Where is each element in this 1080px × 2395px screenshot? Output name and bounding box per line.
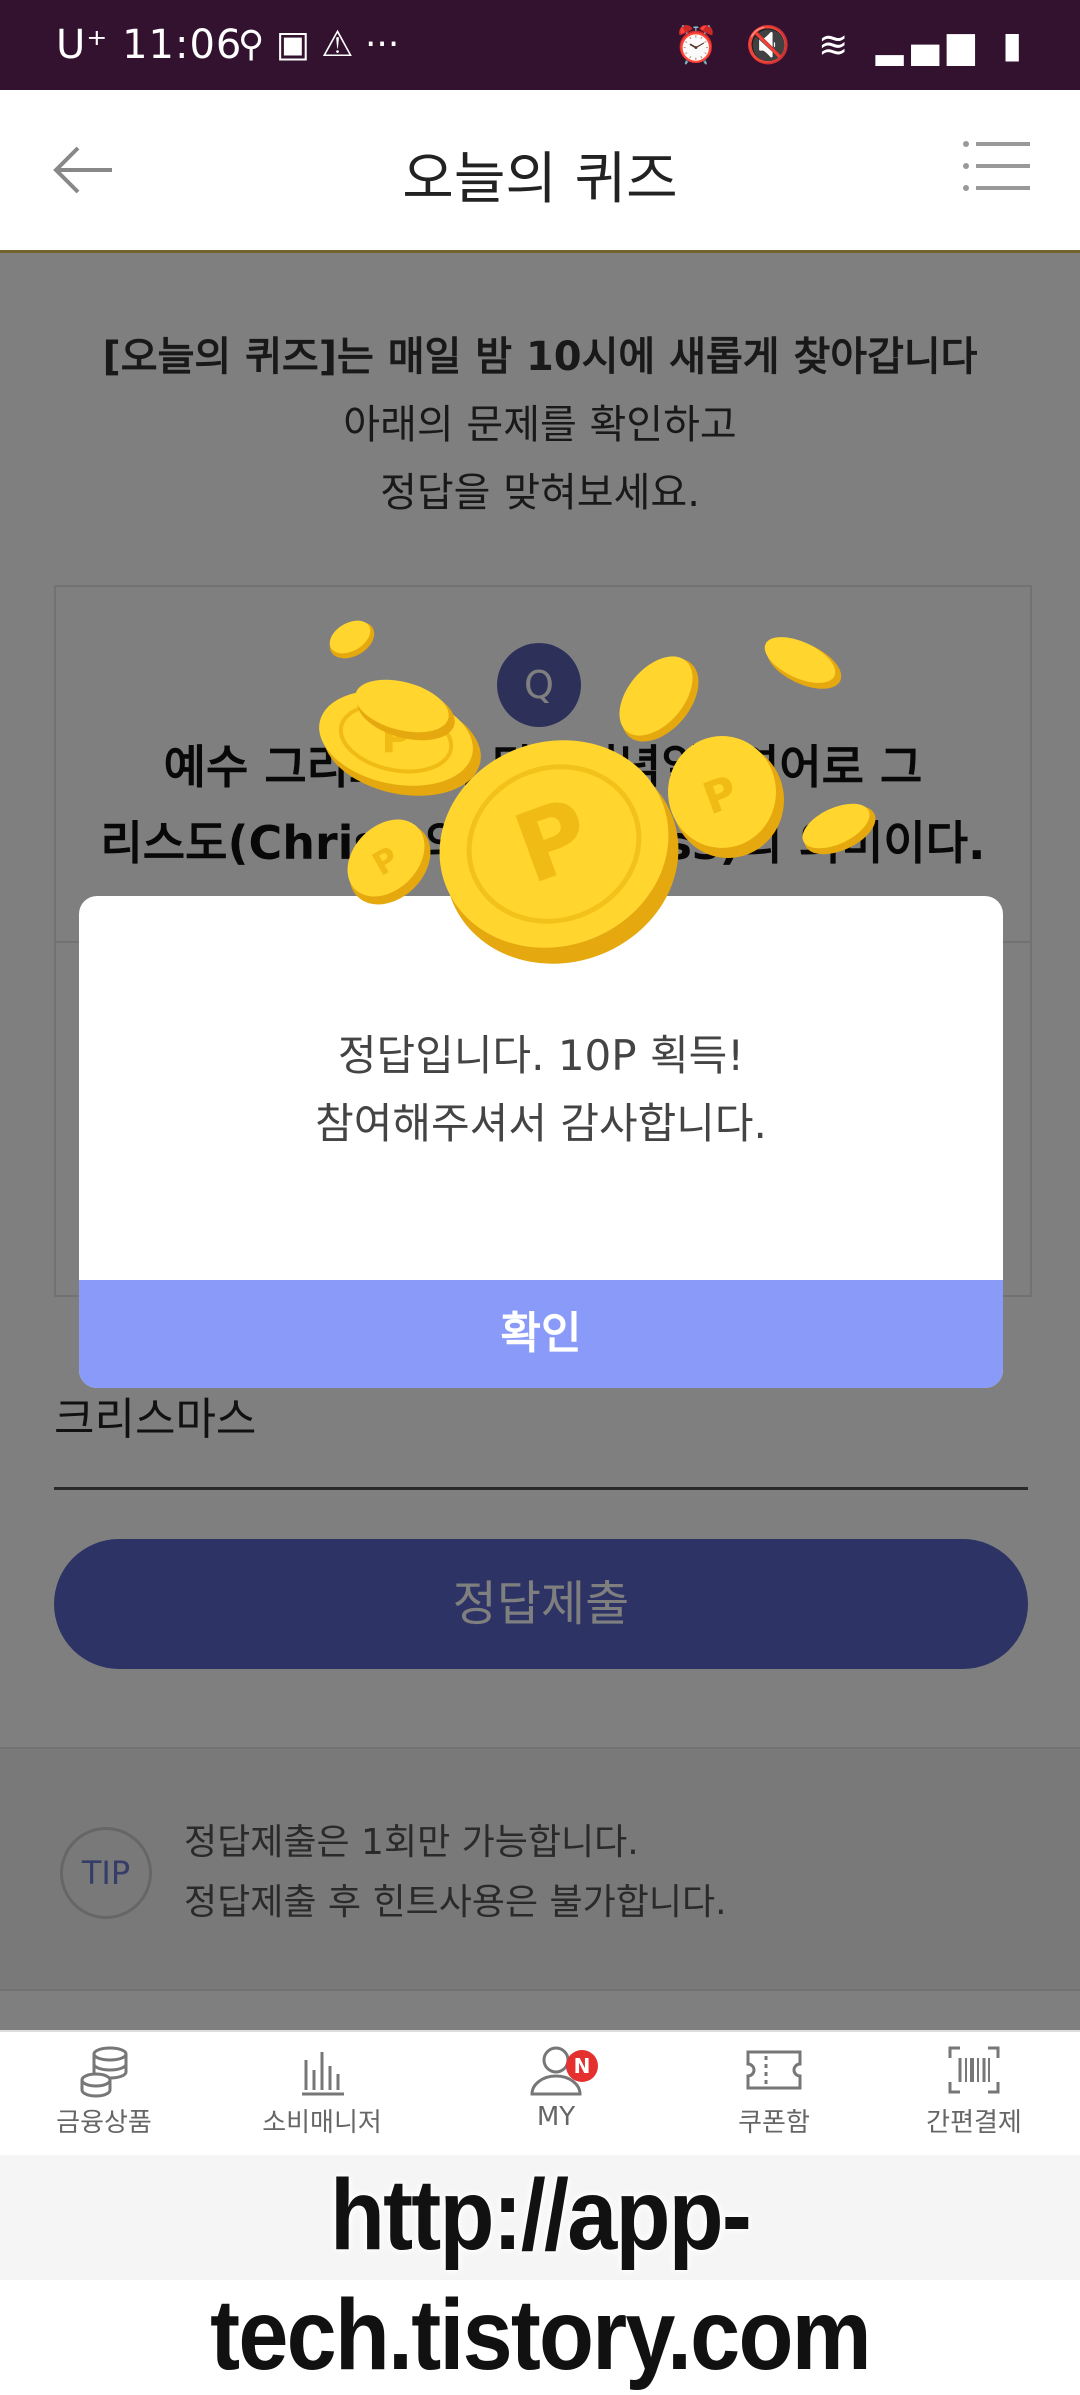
app-header: 오늘의 퀴즈 <box>0 90 1080 253</box>
user-icon <box>476 2040 636 2100</box>
nav-item-coupons[interactable]: 쿠폰함 <box>694 2040 854 2139</box>
coins-illustration: P P P P <box>319 620 876 964</box>
carrier-time: U⁺ 11:06 <box>56 22 243 68</box>
coin-icon <box>764 637 842 689</box>
coins-stack-icon <box>24 2040 184 2100</box>
nav-label: 쿠폰함 <box>738 2108 810 2138</box>
bottom-navigation: 금융상품 소비매니저 N MY 쿠폰함 간편결제 <box>0 2030 1080 2157</box>
dialog-line-1: 정답입니다. 10P 획득! <box>337 1031 745 1080</box>
menu-list-icon[interactable] <box>962 136 1032 196</box>
watermark-band: http://app-tech.tistory.com <box>0 2155 1080 2391</box>
confirm-button[interactable]: 확인 <box>79 1280 1003 1388</box>
page-title: 오늘의 퀴즈 <box>402 147 678 212</box>
coin-icon <box>329 620 375 659</box>
watermark-text: http://app-tech.tistory.com <box>210 2159 871 2391</box>
ticket-icon <box>694 2040 854 2100</box>
coin-icon: P <box>347 819 431 905</box>
bar-chart-icon <box>242 2040 402 2100</box>
status-bar: U⁺ 11:06 ⚲ ▣ ⚠ ··· ⏰ 🔇 ≋ ▂▄▆ ▮ <box>0 0 1080 90</box>
nav-label: 간편결제 <box>926 2108 1022 2138</box>
dialog-line-2: 참여해주셔서 감사합니다. <box>315 1099 767 1148</box>
coin-icon <box>619 656 699 742</box>
dialog-message: 정답입니다. 10P 획득! 참여해주셔서 감사합니다. <box>79 1022 1003 1158</box>
system-icons: ⏰ 🔇 ≋ ▂▄▆ ▮ <box>673 25 1030 66</box>
notification-badge: N <box>566 2050 598 2082</box>
nav-item-spending-manager[interactable]: 소비매니저 <box>242 2040 402 2139</box>
barcode-icon <box>894 2040 1054 2100</box>
coin-icon <box>802 803 876 855</box>
nav-label: MY <box>536 2102 576 2132</box>
coin-icon: P <box>668 736 784 858</box>
notification-icons: ⚲ ▣ ⚠ ··· <box>238 24 400 65</box>
nav-label: 금융상품 <box>56 2108 152 2138</box>
nav-item-my[interactable]: N MY <box>476 2040 636 2132</box>
nav-label: 소비매니저 <box>262 2108 382 2138</box>
nav-item-easy-pay[interactable]: 간편결제 <box>894 2040 1054 2139</box>
nav-item-financial-products[interactable]: 금융상품 <box>24 2040 184 2139</box>
